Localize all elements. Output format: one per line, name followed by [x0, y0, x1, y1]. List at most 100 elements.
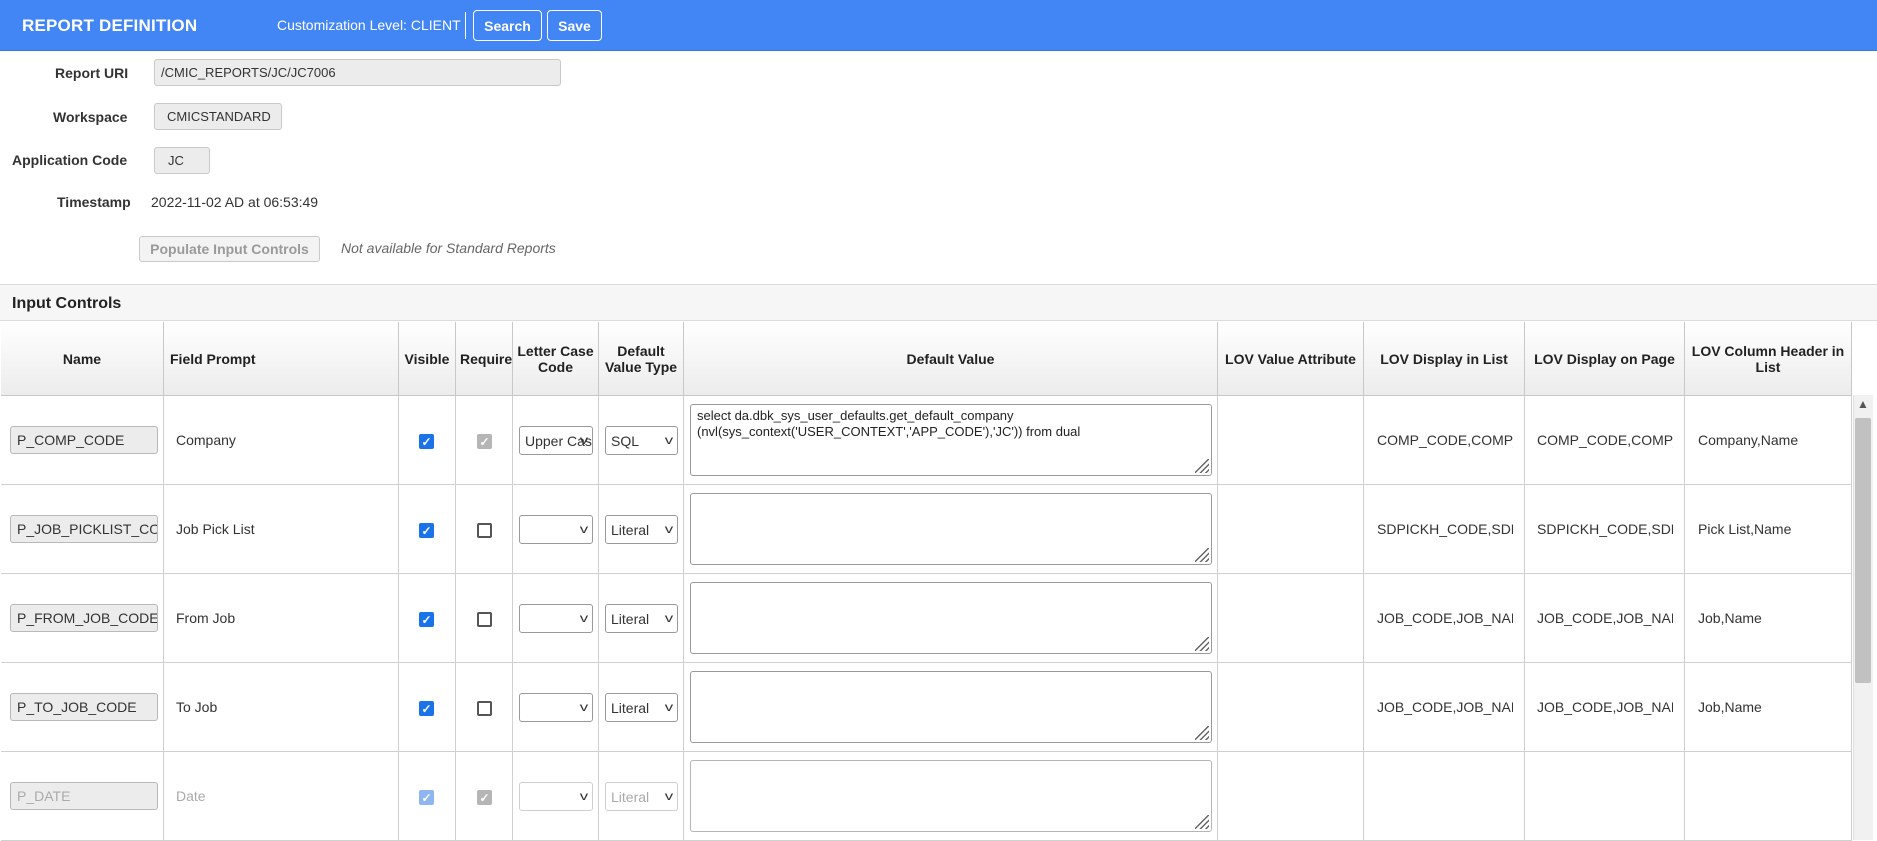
name-field[interactable]: P_JOB_PICKLIST_CODE	[10, 515, 158, 543]
lov-column-header: Job,Name	[1698, 699, 1762, 715]
resize-grip-icon[interactable]	[1195, 459, 1209, 473]
lov-display-on-page: JOB_CODE,JOB_NAME	[1537, 610, 1673, 626]
default-type-value: Literal	[611, 699, 650, 716]
workspace-label: Workspace	[53, 109, 128, 125]
table-row: P_DATE Date ✓ ✓ v Literal v	[1, 752, 1852, 841]
column-header-visible[interactable]: Visible	[399, 322, 456, 395]
required-checkbox[interactable]	[477, 612, 492, 627]
default-value-textarea[interactable]	[690, 671, 1212, 743]
table-row: P_JOB_PICKLIST_CODE Job Pick List ✓ v Li…	[1, 485, 1852, 574]
letter-case-select[interactable]: v	[519, 782, 593, 811]
default-value-textarea[interactable]	[690, 582, 1212, 654]
chevron-down-icon: v	[664, 522, 674, 536]
resize-grip-icon[interactable]	[1195, 726, 1209, 740]
report-uri-field[interactable]: /CMIC_REPORTS/JC/JC7006	[154, 59, 561, 86]
resize-grip-icon[interactable]	[1195, 815, 1209, 829]
lov-display-in-list: JOB_CODE,JOB_NAME	[1377, 610, 1513, 626]
letter-case-select[interactable]: v	[519, 515, 593, 544]
lov-display-in-list: JOB_CODE,JOB_NAME	[1377, 699, 1513, 715]
default-value-text: select da.dbk_sys_user_defaults.get_defa…	[697, 408, 1081, 439]
lov-column-header: Pick List,Name	[1698, 521, 1792, 537]
letter-case-select[interactable]: v	[519, 604, 593, 633]
populate-input-controls-button[interactable]: Populate Input Controls	[139, 236, 320, 262]
column-header-default-value[interactable]: Default Value	[684, 322, 1218, 395]
default-value-textarea[interactable]	[690, 493, 1212, 565]
column-header-lov-display-on-page[interactable]: LOV Display on Page	[1525, 322, 1685, 395]
name-field[interactable]: P_DATE	[10, 782, 158, 810]
default-value-textarea[interactable]: select da.dbk_sys_user_defaults.get_defa…	[690, 404, 1212, 476]
application-code-label: Application Code	[12, 152, 128, 168]
lov-column-header: Job,Name	[1698, 610, 1762, 626]
field-prompt: Company	[176, 432, 236, 448]
top-bar: REPORT DEFINITION Customization Level: C…	[0, 0, 1877, 51]
visible-checkbox[interactable]: ✓	[419, 612, 434, 627]
field-prompt: Date	[176, 788, 206, 804]
visible-checkbox[interactable]: ✓	[419, 523, 434, 538]
lov-display-on-page: SDPICKH_CODE,SDPICKH_NAME	[1537, 521, 1673, 537]
required-checkbox[interactable]	[477, 701, 492, 716]
lov-display-on-page: COMP_CODE,COMP_NAME	[1537, 432, 1673, 448]
grid-header: Name Field Prompt Visible Required Lette…	[1, 322, 1852, 396]
page-title: REPORT DEFINITION	[22, 16, 198, 35]
column-header-default-value-type[interactable]: Default Value Type	[599, 322, 684, 395]
default-value-type-select[interactable]: Literal v	[605, 515, 678, 544]
column-header-lov-value-attribute[interactable]: LOV Value Attribute	[1218, 322, 1364, 395]
column-header-lov-column-header[interactable]: LOV Column Header in List	[1685, 322, 1852, 395]
chevron-down-icon: v	[579, 611, 589, 625]
default-type-value: Literal	[611, 788, 650, 805]
section-title: Input Controls	[12, 295, 122, 312]
column-header-name[interactable]: Name	[1, 322, 164, 395]
required-checkbox[interactable]	[477, 523, 492, 538]
report-uri-label: Report URI	[55, 65, 129, 81]
header-divider	[465, 12, 466, 39]
chevron-down-icon: v	[664, 789, 674, 803]
field-prompt: Job Pick List	[176, 521, 255, 537]
default-type-value: SQL	[611, 432, 640, 449]
search-button[interactable]: Search	[473, 10, 542, 41]
chevron-down-icon: v	[664, 433, 674, 447]
chevron-down-icon: v	[664, 700, 674, 714]
input-controls-section: Input Controls	[0, 284, 1877, 321]
timestamp-value: 2022-11-02 AD at 06:53:49	[151, 194, 319, 210]
default-type-value: Literal	[611, 521, 650, 538]
name-field[interactable]: P_FROM_JOB_CODE	[10, 604, 158, 632]
name-field[interactable]: P_COMP_CODE	[10, 426, 158, 454]
scrollbar-thumb[interactable]	[1855, 418, 1871, 683]
name-field[interactable]: P_TO_JOB_CODE	[10, 693, 158, 721]
chevron-down-icon: v	[664, 611, 674, 625]
field-prompt: From Job	[176, 610, 236, 626]
populate-note: Not available for Standard Reports	[341, 240, 556, 256]
default-value-type-select[interactable]: Literal v	[605, 782, 678, 811]
resize-grip-icon[interactable]	[1195, 548, 1209, 562]
default-value-textarea[interactable]	[690, 760, 1212, 832]
default-value-type-select[interactable]: Literal v	[605, 604, 678, 633]
column-header-lov-display-in-list[interactable]: LOV Display in List	[1364, 322, 1525, 395]
visible-checkbox[interactable]: ✓	[419, 790, 434, 805]
column-header-field-prompt[interactable]: Field Prompt	[164, 322, 399, 395]
chevron-down-icon: v	[579, 700, 589, 714]
visible-checkbox[interactable]: ✓	[419, 434, 434, 449]
column-header-required[interactable]: Required	[456, 322, 513, 395]
required-checkbox: ✓	[477, 790, 492, 805]
letter-case-select[interactable]: Upper Case v	[519, 426, 593, 455]
lov-column-header: Company,Name	[1698, 432, 1799, 448]
visible-checkbox[interactable]: ✓	[419, 701, 434, 716]
scroll-up-icon[interactable]: ▲	[1853, 395, 1873, 413]
required-checkbox: ✓	[477, 434, 492, 449]
column-header-letter-case-code[interactable]: Letter Case Code	[513, 322, 599, 395]
save-button[interactable]: Save	[547, 10, 602, 41]
letter-case-select[interactable]: v	[519, 693, 593, 722]
default-value-type-select[interactable]: SQL v	[605, 426, 678, 455]
application-code-field[interactable]: JC	[154, 147, 210, 174]
default-type-value: Literal	[611, 610, 650, 627]
resize-grip-icon[interactable]	[1195, 637, 1209, 651]
chevron-down-icon: v	[579, 522, 589, 536]
table-row: P_TO_JOB_CODE To Job ✓ v Literal v JOB_CO…	[1, 663, 1852, 752]
default-value-type-select[interactable]: Literal v	[605, 693, 678, 722]
customization-level: Customization Level: CLIENT	[277, 17, 461, 33]
workspace-field[interactable]: CMICSTANDARD	[154, 103, 282, 130]
table-row: P_COMP_CODE Company ✓ ✓ Upper Case v SQL v…	[1, 396, 1852, 485]
timestamp-label: Timestamp	[57, 194, 131, 210]
chevron-down-icon: v	[579, 433, 589, 447]
field-prompt: To Job	[176, 699, 218, 715]
